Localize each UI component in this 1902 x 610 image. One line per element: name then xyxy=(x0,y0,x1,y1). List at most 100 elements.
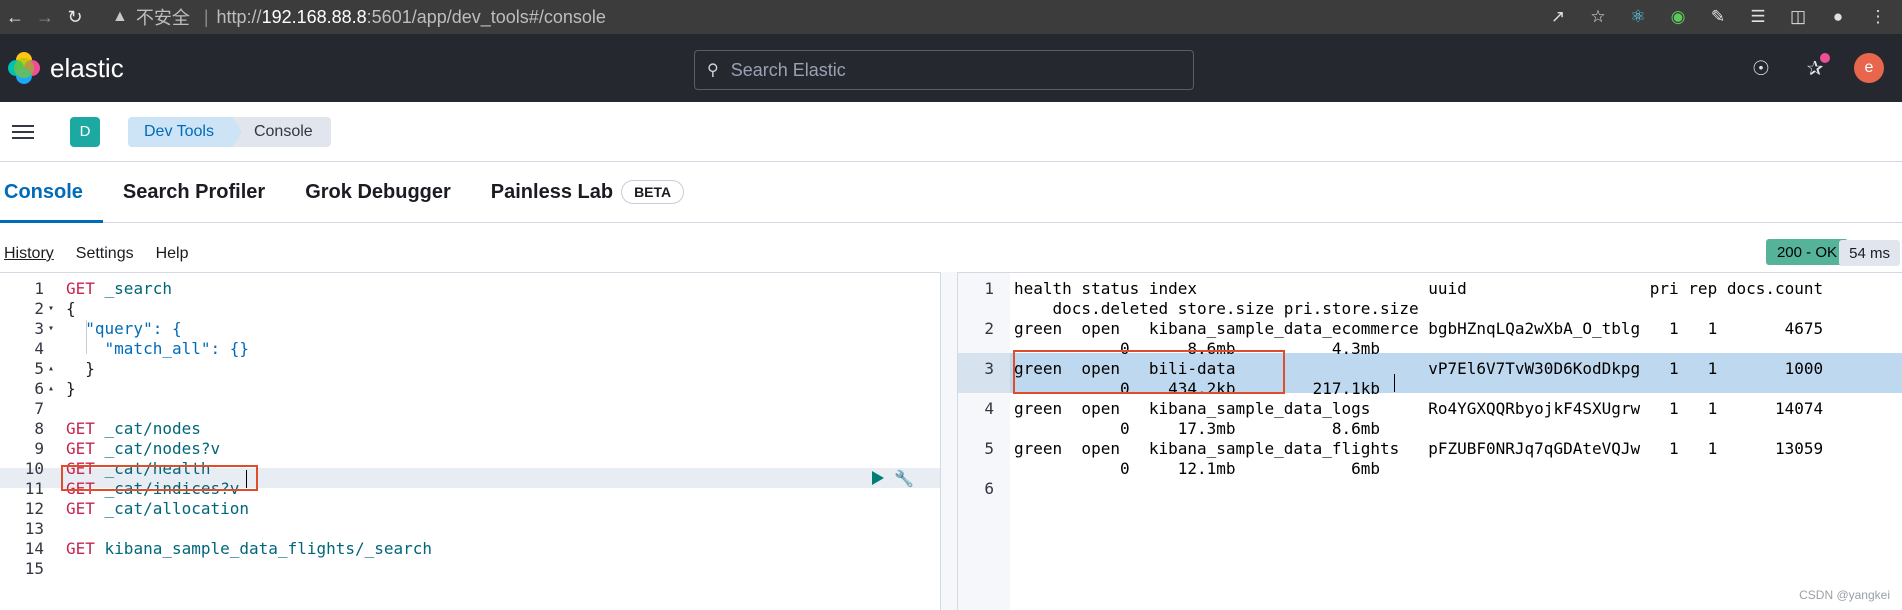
side-panel-icon[interactable]: ◫ xyxy=(1784,2,1812,32)
line-number: 4 xyxy=(34,339,44,358)
json-text: } xyxy=(66,379,76,398)
browser-actions: ↗ ☆ ⚛ ◉ ✎ ☰ ◫ ● ⋮ xyxy=(1544,2,1892,32)
request-path: kibana_sample_data_flights/_search xyxy=(94,539,433,558)
line-number: 5 xyxy=(34,359,44,378)
breadcrumb-console: Console xyxy=(231,116,331,147)
response-text-line: health status index uuid pri rep docs.co… xyxy=(1014,279,1824,298)
elastic-logo[interactable]: elastic xyxy=(8,52,124,84)
line-number: 11 xyxy=(24,479,44,498)
http-method: GET xyxy=(66,499,95,518)
response-text-line: green open kibana_sample_data_logs Ro4YG… xyxy=(1014,399,1824,418)
json-text: { xyxy=(66,299,76,318)
text-cursor xyxy=(246,470,247,488)
http-method: GET xyxy=(66,539,95,558)
response-editor: 1 health status index uuid pri rep docs.c… xyxy=(958,272,1902,610)
response-line-number: 1 xyxy=(984,279,994,298)
bookmark-star-icon[interactable]: ☆ xyxy=(1584,2,1612,32)
line-number: 6 xyxy=(34,379,44,398)
response-line-number: 3 xyxy=(984,359,994,378)
global-search-input[interactable]: ⚲ Search Elastic xyxy=(694,50,1194,90)
line-number: 7 xyxy=(34,399,44,418)
help-lifebuoy-icon[interactable]: ☉ xyxy=(1746,53,1776,83)
fold-down-icon[interactable]: ▾ xyxy=(48,299,54,319)
fold-up-icon[interactable]: ▴ xyxy=(48,379,54,399)
code-line: "match_all": {} xyxy=(66,339,250,359)
json-text: "query": { xyxy=(66,319,182,338)
request-path: _cat/nodes?v xyxy=(94,439,221,458)
header-actions: ☉ ✰ e xyxy=(1746,34,1884,102)
tab-search-profiler[interactable]: Search Profiler xyxy=(103,181,285,222)
play-icon[interactable] xyxy=(872,471,884,485)
logo-text: elastic xyxy=(50,52,124,83)
browser-toolbar: ← → ↻ ▲ 不安全 | http://192.168.88.8:5601/a… xyxy=(0,0,1902,34)
forward-icon[interactable]: → xyxy=(30,2,60,32)
breadcrumb: Dev Tools Console xyxy=(128,116,331,147)
profile-icon[interactable]: ● xyxy=(1824,2,1852,32)
line-number: 14 xyxy=(24,539,44,558)
tab-painless-lab-label: Painless Lab xyxy=(490,180,614,203)
wrench-icon[interactable]: 🔧 xyxy=(894,469,914,488)
code-line: } xyxy=(66,379,76,399)
timing-badge: 54 ms xyxy=(1839,240,1900,266)
response-line-number: 2 xyxy=(984,319,994,338)
code-line: } xyxy=(66,359,95,379)
warning-icon: ▲ xyxy=(112,8,128,25)
extensions-puzzle-icon[interactable]: ✎ xyxy=(1704,2,1732,32)
highlight-box-response xyxy=(1013,350,1285,394)
code-line: GET _cat/nodes?v xyxy=(66,439,220,459)
address-bar[interactable]: ▲ 不安全 | http://192.168.88.8:5601/app/dev… xyxy=(112,2,606,32)
elastic-logo-icon xyxy=(8,52,40,84)
response-line-number: 5 xyxy=(984,439,994,458)
search-placeholder: Search Elastic xyxy=(730,59,846,80)
history-link[interactable]: History xyxy=(4,245,54,263)
hamburger-menu-icon[interactable] xyxy=(12,124,34,139)
response-text-line: green open kibana_sample_data_flights pF… xyxy=(1014,439,1824,458)
code-line: { xyxy=(66,299,76,319)
insecure-label: 不安全 xyxy=(135,8,190,28)
request-editor[interactable]: 1 GET _search 2 ▾ {3 ▾ "query": {4 "match_all… xyxy=(0,272,940,610)
tab-grok-debugger[interactable]: Grok Debugger xyxy=(285,181,471,222)
menu-dots-icon[interactable]: ⋮ xyxy=(1864,2,1892,32)
status-badge: 200 - OK xyxy=(1765,239,1848,265)
user-avatar[interactable]: e xyxy=(1854,53,1884,83)
fold-down-icon[interactable]: ▾ xyxy=(48,319,54,339)
code-line: GET _cat/nodes xyxy=(66,419,201,439)
breadcrumb-dev-tools[interactable]: Dev Tools xyxy=(128,116,242,147)
news-feed-icon[interactable]: ✰ xyxy=(1800,53,1830,83)
line-number: 10 xyxy=(24,459,44,478)
line-number: 9 xyxy=(34,439,44,458)
response-text-line: 0 17.3mb 8.6mb xyxy=(1014,419,1381,438)
url-path: :5601/app/dev_tools#/console xyxy=(366,6,606,27)
react-extension-icon[interactable]: ⚛ xyxy=(1624,2,1652,32)
line-number: 8 xyxy=(34,419,44,438)
settings-link[interactable]: Settings xyxy=(76,245,134,263)
back-icon[interactable]: ← xyxy=(0,2,30,32)
reload-icon[interactable]: ↻ xyxy=(60,2,90,32)
fold-up-icon[interactable]: ▴ xyxy=(48,359,54,379)
json-text: "match_all": {} xyxy=(66,339,250,358)
line-number: 3 xyxy=(34,319,44,338)
help-link[interactable]: Help xyxy=(156,245,189,263)
response-cursor xyxy=(1394,374,1395,392)
tab-console[interactable]: Console xyxy=(0,181,103,223)
space-avatar[interactable]: D xyxy=(70,116,100,147)
highlight-box-request xyxy=(61,465,258,491)
green-extension-icon[interactable]: ◉ xyxy=(1664,2,1692,32)
response-line-number: 6 xyxy=(984,479,994,498)
reading-list-icon[interactable]: ☰ xyxy=(1744,2,1772,32)
request-path: _cat/nodes xyxy=(94,419,201,438)
notification-dot xyxy=(1820,53,1830,63)
beta-badge: BETA xyxy=(621,180,685,204)
response-text-line: green open kibana_sample_data_ecommerce … xyxy=(1014,319,1824,338)
dev-tools-tabs: Console Search Profiler Grok Debugger Pa… xyxy=(0,163,1902,223)
http-method: GET xyxy=(66,279,95,298)
elastic-header: elastic ⚲ Search Elastic ☉ ✰ e xyxy=(0,34,1902,102)
line-number: 15 xyxy=(24,559,44,578)
line-number: 13 xyxy=(24,519,44,538)
tab-painless-lab[interactable]: Painless Lab BETA xyxy=(471,180,704,222)
code-line: GET _search xyxy=(66,279,172,299)
editor-resizer[interactable] xyxy=(940,272,958,610)
request-actions: 🔧 xyxy=(872,468,914,488)
code-line: "query": { xyxy=(66,319,182,339)
share-icon[interactable]: ↗ xyxy=(1544,2,1572,32)
